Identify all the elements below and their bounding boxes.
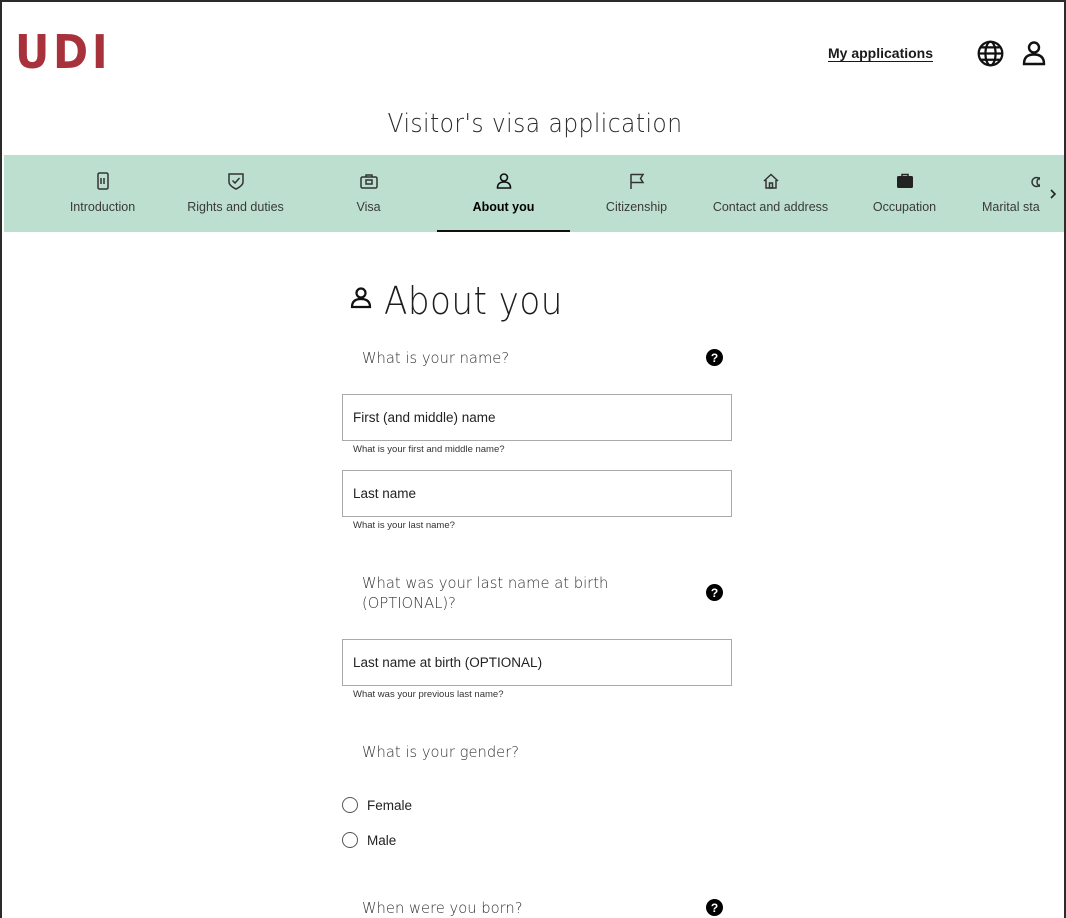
radio-label: Male	[367, 832, 397, 848]
last-name-field[interactable]	[342, 470, 732, 517]
step-label: About you	[472, 200, 535, 214]
step-label: Citizenship	[605, 200, 668, 214]
user-icon[interactable]	[1022, 40, 1046, 66]
page-title: Visitor's visa application	[387, 109, 683, 139]
name-question: What is your name?	[362, 349, 510, 367]
person-icon	[350, 287, 372, 309]
step-about-you[interactable]: About you	[437, 155, 570, 232]
step-occupation[interactable]: Occupation	[838, 155, 971, 232]
step-label: Contact and address	[712, 200, 829, 214]
my-applications-link[interactable]: My applications	[828, 45, 933, 61]
step-contact-and-address[interactable]: Contact and address	[704, 155, 837, 232]
last-name-hint: What is your last name?	[353, 520, 455, 531]
birth-name-field[interactable]	[342, 639, 732, 686]
house-icon	[762, 173, 779, 189]
person-icon	[496, 173, 511, 189]
birth-name-question: What was your last name at birth (OPTION…	[362, 574, 609, 612]
suitcase-icon	[896, 173, 913, 188]
shield-check-icon	[227, 173, 244, 190]
last-name-input[interactable]	[343, 471, 731, 516]
step-label: Rights and duties	[187, 200, 284, 214]
section-title: About you	[384, 279, 563, 323]
birth-name-input[interactable]	[343, 640, 731, 685]
briefcase-passport-icon	[359, 174, 378, 189]
birth-name-hint: What was your previous last name?	[353, 689, 504, 700]
help-icon[interactable]: ?	[706, 899, 723, 916]
section-heading: About you	[350, 279, 583, 323]
gender-option-female[interactable]: Female	[342, 797, 412, 813]
step-rights-and-duties[interactable]: Rights and duties	[169, 155, 302, 232]
birth-date-question: When were you born?	[362, 899, 523, 917]
step-visa[interactable]: Visa	[302, 155, 435, 232]
radio-button[interactable]	[342, 832, 358, 848]
help-icon[interactable]: ?	[706, 349, 723, 366]
udi-logo[interactable]: UDI	[15, 29, 111, 75]
flag-icon	[629, 173, 644, 189]
radio-label: Female	[367, 797, 413, 813]
radio-button[interactable]	[342, 797, 358, 813]
gender-question: What is your gender?	[362, 743, 520, 761]
first-name-field[interactable]	[342, 394, 732, 441]
step-label: Introduction	[69, 200, 136, 214]
mobile-document-icon	[96, 172, 109, 190]
step-citizenship[interactable]: Citizenship	[570, 155, 703, 232]
globe-icon[interactable]	[977, 40, 1004, 67]
first-name-hint: What is your first and middle name?	[353, 444, 505, 455]
step-introduction[interactable]: Introduction	[36, 155, 169, 232]
help-icon[interactable]: ?	[706, 584, 723, 601]
first-name-input[interactable]	[343, 395, 731, 440]
progress-stepper: Introduction Rights and duties Visa Abou…	[4, 155, 1064, 232]
step-label: Visa	[356, 200, 381, 214]
gender-option-male[interactable]: Male	[342, 832, 396, 848]
app-window: UDI My applications Visitor's visa appli…	[0, 0, 1066, 918]
step-label: Occupation	[872, 200, 937, 214]
chevron-right-icon	[1050, 188, 1057, 199]
stepper-next-button[interactable]	[1040, 155, 1064, 232]
